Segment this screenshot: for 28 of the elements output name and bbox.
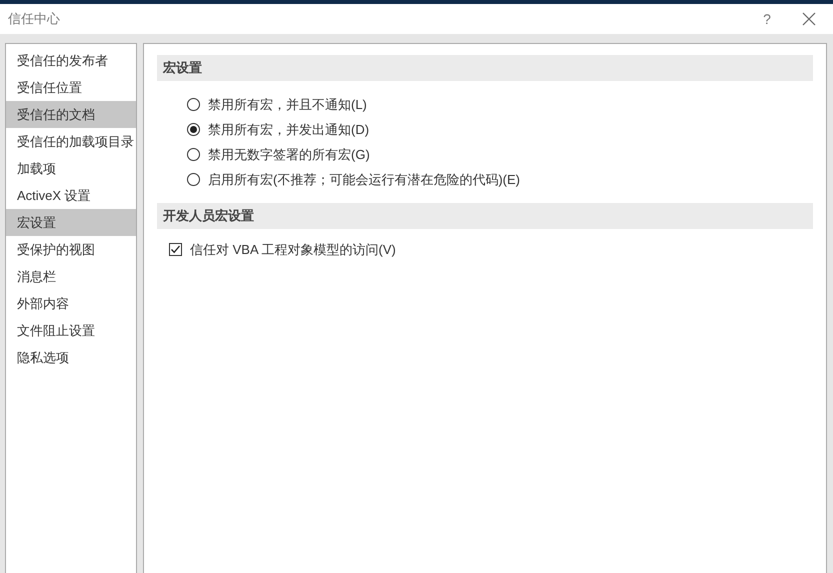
section-header: 开发人员宏设置 <box>157 203 813 229</box>
window-title: 信任中心 <box>8 10 61 28</box>
sidebar-item[interactable]: 受信任的发布者 <box>6 47 136 74</box>
sidebar-item[interactable]: 宏设置 <box>6 209 136 236</box>
sidebar-item[interactable]: 加载项 <box>6 155 136 182</box>
option-label: 禁用所有宏，并且不通知(L) <box>208 96 367 114</box>
sidebar-item[interactable]: 隐私选项 <box>6 344 136 371</box>
radio-button[interactable] <box>187 173 200 186</box>
sidebar-item[interactable]: ActiveX 设置 <box>6 182 136 209</box>
section-header: 宏设置 <box>157 55 813 81</box>
sidebar-item[interactable]: 外部内容 <box>6 290 136 317</box>
sidebar-item[interactable]: 消息栏 <box>6 263 136 290</box>
option-label: 启用所有宏(不推荐；可能会运行有潜在危险的代码)(E) <box>208 170 520 188</box>
close-icon[interactable] <box>802 12 816 26</box>
sidebar-item[interactable]: 受保护的视图 <box>6 236 136 263</box>
radio-button[interactable] <box>187 148 200 161</box>
option-label: 禁用无数字签署的所有宏(G) <box>208 146 370 164</box>
checkbox[interactable] <box>169 243 182 256</box>
option-label: 信任对 VBA 工程对象模型的访问(V) <box>190 240 396 258</box>
help-button[interactable]: ? <box>747 11 787 27</box>
check-mark-icon <box>170 244 181 255</box>
sidebar-item[interactable]: 文件阻止设置 <box>6 317 136 344</box>
sidebar-item[interactable]: 受信任的文档 <box>6 101 136 128</box>
sidebar-item[interactable]: 受信任位置 <box>6 74 136 101</box>
sidebar-item[interactable]: 受信任的加载项目录 <box>6 128 136 155</box>
option-label: 禁用所有宏，并发出通知(D) <box>208 120 370 138</box>
radio-button[interactable] <box>187 123 200 136</box>
radio-button[interactable] <box>187 98 200 111</box>
